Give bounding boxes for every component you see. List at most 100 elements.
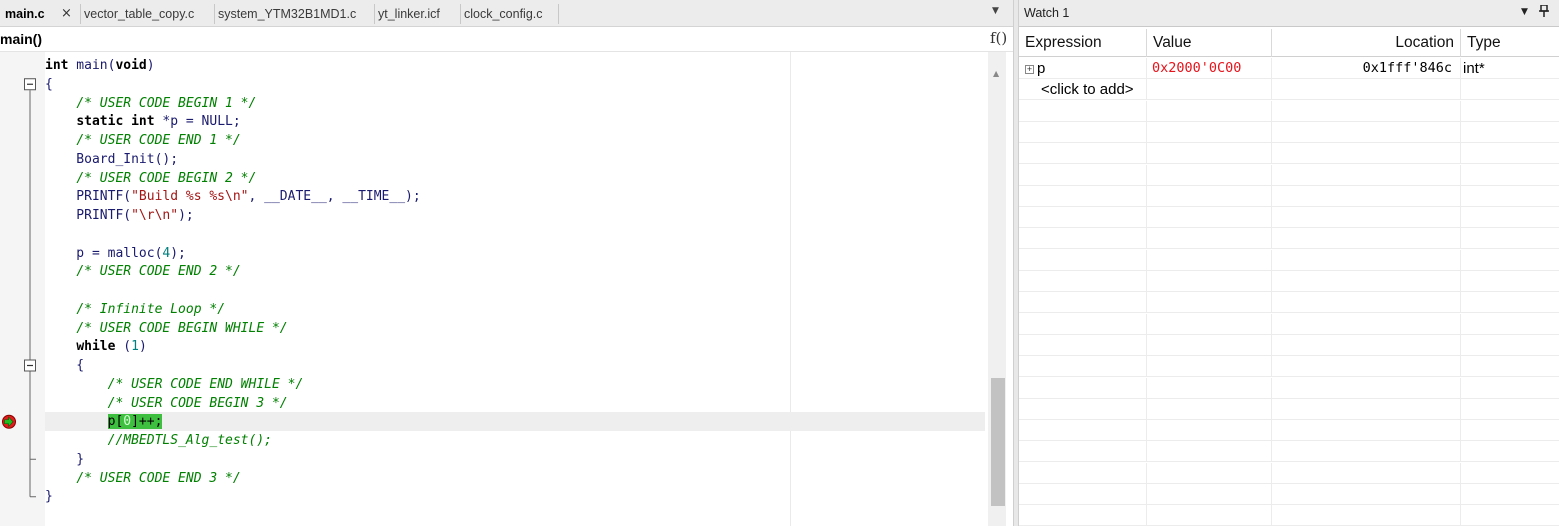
code-line[interactable]: PRINTF("Build %s %s\n", __DATE__, __TIME… xyxy=(45,187,985,206)
tab-main-c[interactable]: main.c xyxy=(2,4,45,24)
watch-row[interactable] xyxy=(1019,377,1559,399)
watch-cell-expression[interactable] xyxy=(1019,185,1147,207)
watch-row[interactable] xyxy=(1019,313,1559,335)
watch-row[interactable] xyxy=(1019,462,1559,484)
code-line[interactable]: static int *p = NULL; xyxy=(45,112,985,131)
watch-row[interactable] xyxy=(1019,292,1559,314)
watch-row[interactable] xyxy=(1019,164,1559,186)
watch-cell-expression[interactable] xyxy=(1019,100,1147,122)
pin-icon[interactable] xyxy=(1539,4,1549,20)
tab-system-ytm32b1md1-c[interactable]: system_YTM32B1MD1.c xyxy=(214,4,356,24)
code-editor[interactable]: int main(void){ /* USER CODE BEGIN 1 */ … xyxy=(45,52,988,526)
watch-cell-type xyxy=(1461,356,1559,377)
watch-row[interactable] xyxy=(1019,505,1559,526)
watch-cell-expression[interactable] xyxy=(1019,207,1147,229)
code-token: ) xyxy=(146,58,155,73)
watch-row[interactable] xyxy=(1019,100,1559,122)
code-token: ); xyxy=(170,245,186,261)
watch-row[interactable] xyxy=(1019,121,1559,143)
watch-row[interactable] xyxy=(1019,271,1559,292)
watch-cell-expression[interactable] xyxy=(1019,228,1147,250)
tab-list-dropdown-icon[interactable]: ▼ xyxy=(992,6,999,16)
expand-icon[interactable]: + xyxy=(1025,65,1034,74)
code-line[interactable]: PRINTF("\r\n"); xyxy=(45,206,985,225)
watch-row[interactable] xyxy=(1019,398,1559,420)
code-line[interactable]: p[0]++; xyxy=(45,412,985,432)
watch-cell-expression[interactable] xyxy=(1019,334,1147,356)
code-line[interactable]: while (1) xyxy=(45,337,985,356)
editor-gutter[interactable] xyxy=(0,52,45,526)
watch-row[interactable] xyxy=(1019,143,1559,165)
code-line[interactable]: /* USER CODE BEGIN 1 */ xyxy=(45,94,985,113)
code-line[interactable] xyxy=(45,281,985,300)
watch-row[interactable]: + p 0x2000'0C00 0x1fff'846c int* xyxy=(1019,58,1559,79)
tab-clock-config-c[interactable]: clock_config.c xyxy=(460,4,543,24)
watch-options-dropdown-icon[interactable]: ▼ xyxy=(1521,7,1528,17)
watch-cell-expression[interactable]: <click to add> xyxy=(1019,79,1147,101)
column-header-location[interactable]: Location xyxy=(1272,29,1461,57)
watch-cell-expression[interactable] xyxy=(1019,377,1147,399)
watch-cell-type xyxy=(1461,228,1559,249)
watch-cell-expression[interactable] xyxy=(1019,356,1147,378)
scrollbar-thumb[interactable] xyxy=(991,378,1005,506)
watch-cell-expression[interactable] xyxy=(1019,484,1147,505)
watch-row[interactable] xyxy=(1019,185,1559,207)
code-line[interactable]: /* USER CODE BEGIN 3 */ xyxy=(45,394,985,413)
watch-cell-expression[interactable] xyxy=(1019,462,1147,484)
code-line[interactable]: /* USER CODE END 3 */ xyxy=(45,469,985,488)
watch-row[interactable] xyxy=(1019,441,1559,463)
watch-row[interactable] xyxy=(1019,356,1559,378)
watch-cell-expression[interactable] xyxy=(1019,292,1147,314)
watch-row[interactable] xyxy=(1019,484,1559,505)
code-line[interactable]: { xyxy=(45,75,985,94)
code-line[interactable]: } xyxy=(45,450,985,469)
tab-vector-table-copy-c[interactable]: vector_table_copy.c xyxy=(80,4,194,24)
watch-cell-location xyxy=(1272,121,1461,143)
watch-cell-value xyxy=(1147,484,1272,505)
watch-row[interactable] xyxy=(1019,228,1559,250)
scroll-up-arrow-icon[interactable]: ▲ xyxy=(993,69,999,78)
watch-row[interactable] xyxy=(1019,334,1559,356)
watch-cell-expression[interactable] xyxy=(1019,313,1147,335)
watch-cell-expression[interactable] xyxy=(1019,143,1147,165)
column-header-type[interactable]: Type xyxy=(1461,29,1559,57)
watch-cell-expression[interactable] xyxy=(1019,505,1147,526)
function-name-dropdown[interactable]: main() xyxy=(0,31,42,47)
watch-row[interactable] xyxy=(1019,207,1559,229)
code-line[interactable]: { xyxy=(45,356,985,375)
code-token: /* USER CODE END 1 */ xyxy=(76,133,241,148)
code-line[interactable]: /* USER CODE END 1 */ xyxy=(45,131,985,150)
code-token: /* USER CODE BEGIN WHILE */ xyxy=(76,320,288,336)
column-header-value[interactable]: Value xyxy=(1147,29,1272,57)
watch-cell-location xyxy=(1272,484,1461,505)
watch-cell-expression[interactable] xyxy=(1019,420,1147,442)
code-line[interactable]: /* USER CODE BEGIN 2 */ xyxy=(45,169,985,188)
code-line[interactable]: p = malloc(4); xyxy=(45,244,985,263)
watch-row[interactable] xyxy=(1019,249,1559,271)
function-navigation-bar: main() f() xyxy=(0,27,1013,52)
function-list-icon[interactable]: f() xyxy=(990,29,1007,47)
watch-cell-expression[interactable]: + p xyxy=(1019,58,1147,79)
code-line[interactable] xyxy=(45,225,985,244)
column-header-expression[interactable]: Expression xyxy=(1019,29,1147,57)
code-line[interactable]: /* USER CODE END 2 */ xyxy=(45,262,985,281)
code-line[interactable]: int main(void) xyxy=(45,56,985,75)
watch-cell-expression[interactable] xyxy=(1019,398,1147,420)
code-line[interactable]: /* USER CODE END WHILE */ xyxy=(45,375,985,394)
watch-cell-expression[interactable] xyxy=(1019,271,1147,292)
tab-close-icon[interactable]: × xyxy=(61,4,72,24)
code-line[interactable]: Board_Init(); xyxy=(45,150,985,169)
watch-cell-expression[interactable] xyxy=(1019,441,1147,463)
code-line[interactable]: /* Infinite Loop */ xyxy=(45,300,985,319)
watch-cell-expression[interactable] xyxy=(1019,164,1147,186)
watch-cell-expression[interactable] xyxy=(1019,249,1147,271)
watch-row[interactable]: <click to add> xyxy=(1019,79,1559,101)
code-token: void xyxy=(115,58,147,73)
code-line[interactable]: //MBEDTLS_Alg_test(); xyxy=(45,431,985,450)
tab-yt-linker-icf[interactable]: yt_linker.icf xyxy=(374,4,440,24)
watch-cell-expression[interactable] xyxy=(1019,121,1147,143)
code-line[interactable]: } xyxy=(45,487,985,506)
code-line[interactable]: /* USER CODE BEGIN WHILE */ xyxy=(45,319,985,338)
watch-row[interactable] xyxy=(1019,420,1559,442)
